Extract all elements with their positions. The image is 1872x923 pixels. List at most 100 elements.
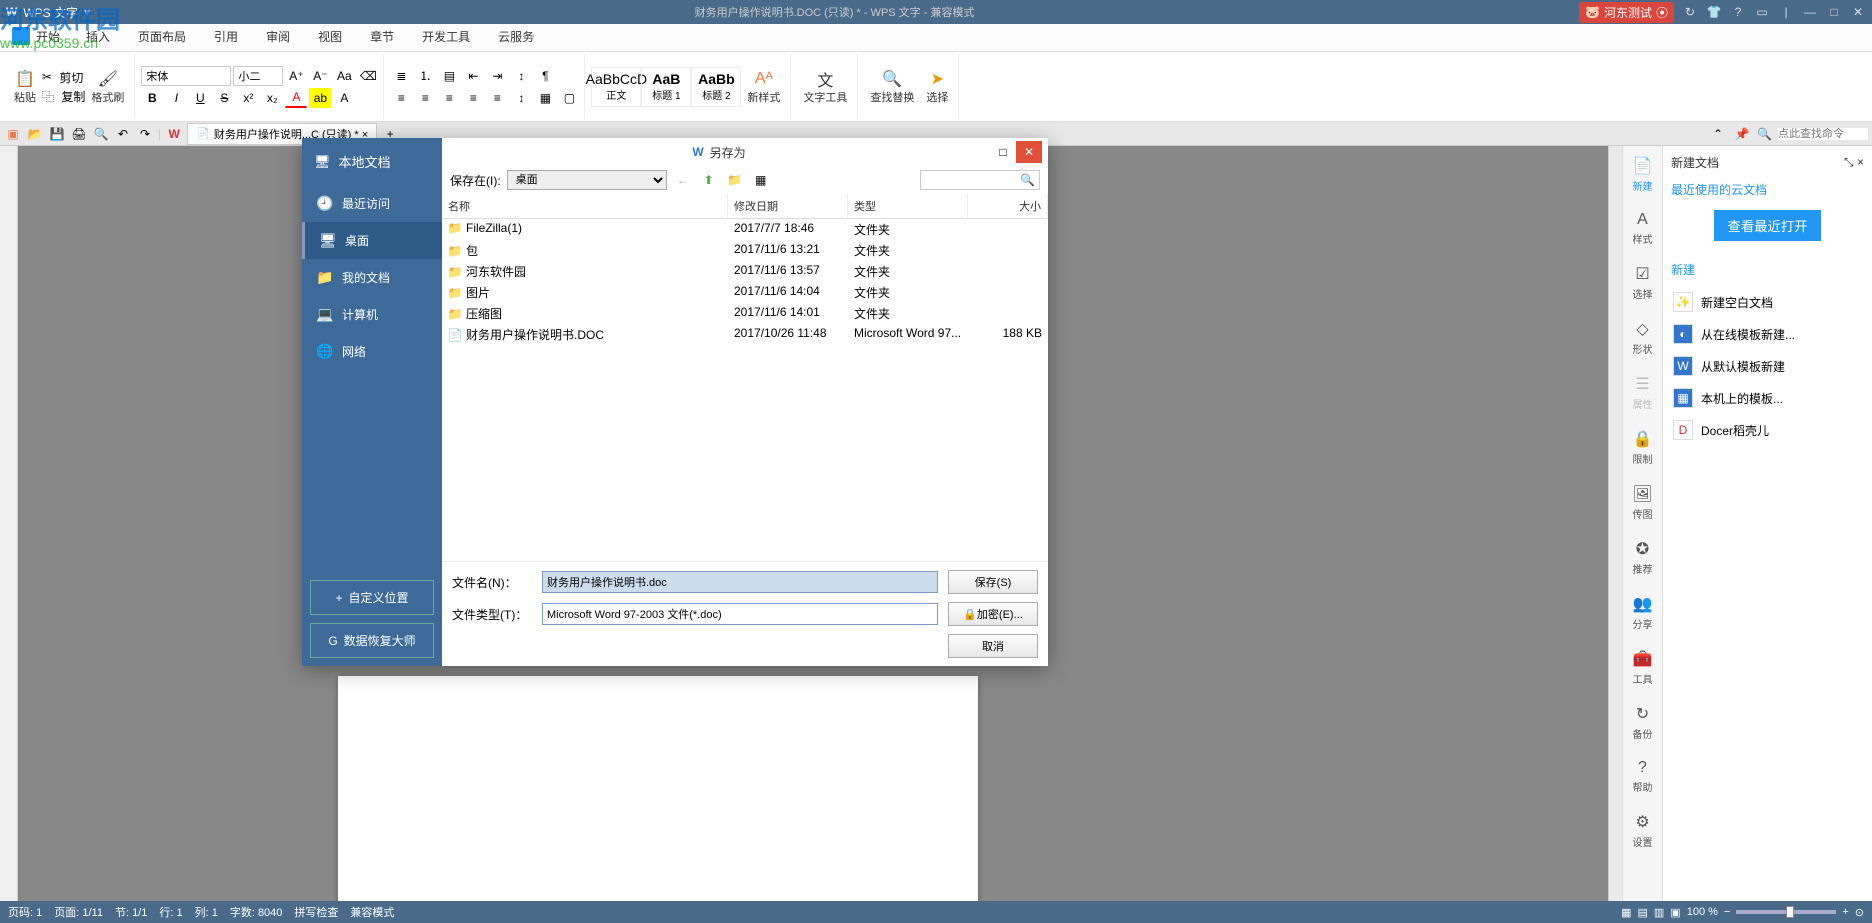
strip-backup[interactable]: ↻备份 [1623,700,1662,745]
strip-select[interactable]: ☑选择 [1623,260,1662,305]
dialog-close-icon[interactable]: ✕ [1016,141,1042,163]
zoom-in-icon[interactable]: + [1842,906,1848,918]
filetype-select[interactable] [542,603,938,625]
strip-tools[interactable]: 🧰工具 [1623,645,1662,690]
sync-icon[interactable]: ↻ [1682,4,1698,20]
tab-cloud[interactable]: 云服务 [484,22,548,51]
find-replace-button[interactable]: 🔍查找替换 [864,57,920,117]
encrypt-button[interactable]: 🔒加密(E)... [948,602,1038,626]
strip-shape[interactable]: ◇形状 [1623,315,1662,360]
format-painter-button[interactable]: 🖌 格式刷 [85,57,130,117]
zoom-slider[interactable] [1736,910,1836,914]
sort-button[interactable]: ↕ [510,66,532,86]
show-marks-button[interactable]: ¶ [534,66,556,86]
tab-devtools[interactable]: 开发工具 [408,22,484,51]
align-right-button[interactable]: ≡ [438,88,460,108]
underline-button[interactable]: U [189,88,211,108]
paste-button[interactable]: 📋 粘贴 [8,57,42,117]
align-justify-button[interactable]: ≡ [462,88,484,108]
scrollbar-right[interactable] [1608,146,1622,901]
line-spacing-button[interactable]: ↕ [510,88,532,108]
col-size[interactable]: 大小 [968,194,1048,218]
dialog-maximize-icon[interactable]: □ [990,141,1016,163]
qa-save-icon[interactable]: 💾 [48,125,66,143]
file-list-header[interactable]: 名称 修改日期 类型 大小 [442,194,1048,219]
back-icon[interactable]: ← [673,170,693,190]
file-row[interactable]: 📁图片2017/11/6 14:04文件夹 [442,282,1048,303]
qa-undo-icon[interactable]: ↶ [114,125,132,143]
save-in-select[interactable]: 桌面 [507,170,667,190]
border-button[interactable]: ▢ [558,88,580,108]
feedback-icon[interactable]: ▭ [1754,4,1770,20]
grow-font-button[interactable]: A⁺ [285,66,307,86]
style-heading2[interactable]: AaBb标题 2 [691,67,741,107]
strip-upload[interactable]: 🖼传图 [1623,480,1662,525]
close-icon[interactable]: ✕ [1850,4,1866,20]
indent-dec-button[interactable]: ⇤ [462,66,484,86]
col-date[interactable]: 修改日期 [728,194,848,218]
strip-recommend[interactable]: ✪推荐 [1623,535,1662,580]
tab-references[interactable]: 引用 [200,22,252,51]
qa-wps-icon[interactable]: W [165,125,183,143]
subscript-button[interactable]: x₂ [261,88,283,108]
maximize-icon[interactable]: □ [1826,4,1842,20]
dialog-search-input[interactable]: 🔍 [920,170,1040,190]
shrink-font-button[interactable]: A⁻ [309,66,331,86]
file-row[interactable]: 📁FileZilla(1)2017/7/7 18:46文件夹 [442,219,1048,240]
help-icon[interactable]: ? [1730,4,1746,20]
align-center-button[interactable]: ≡ [414,88,436,108]
qa-preview-icon[interactable]: 🔍 [92,125,110,143]
nav-recent[interactable]: 🕘最近访问 [302,185,442,222]
command-search-input[interactable] [1778,128,1868,140]
status-page[interactable]: 页码: 1 [8,904,42,920]
font-name-select[interactable] [141,66,231,86]
indent-inc-button[interactable]: ⇥ [486,66,508,86]
style-heading1[interactable]: AaB标题 1 [641,67,691,107]
view-full-icon[interactable]: ▣ [1670,906,1680,919]
qa-print-icon[interactable]: 🖨 [70,125,88,143]
bullet-list-button[interactable]: ≣ [390,66,412,86]
data-recovery-button[interactable]: G数据恢复大师 [310,623,434,658]
view-web-icon[interactable]: ▤ [1637,906,1647,919]
taskpane-min-icon[interactable]: ⤡ [1844,155,1854,169]
tp-default-template[interactable]: W从默认模板新建 [1671,350,1864,382]
skin-icon[interactable]: 👕 [1706,4,1722,20]
file-row[interactable]: 📁压缩图2017/11/6 14:01文件夹 [442,303,1048,324]
nav-computer[interactable]: 💻计算机 [302,296,442,333]
view-print-icon[interactable]: ▦ [1621,906,1631,919]
col-name[interactable]: 名称 [442,194,728,218]
cut-button[interactable]: ✂ 剪切 [42,69,85,86]
collapse-ribbon-icon[interactable]: ⌃ [1709,125,1727,143]
nav-network[interactable]: 🌐网络 [302,333,442,370]
strip-props[interactable]: ☰属性 [1623,370,1662,415]
strip-settings[interactable]: ⚙设置 [1623,808,1662,853]
filename-input[interactable] [542,571,938,593]
nav-desktop[interactable]: 🖥桌面 [302,222,442,259]
change-case-button[interactable]: Aa [333,66,355,86]
char-border-button[interactable]: A [333,88,355,108]
strip-help[interactable]: ?帮助 [1623,755,1662,798]
qa-new-icon[interactable]: ▣ [4,125,22,143]
tab-view[interactable]: 视图 [304,22,356,51]
status-pages[interactable]: 页面: 1/11 [54,904,103,920]
status-spell[interactable]: 拼写检查 [294,904,338,920]
copy-button[interactable]: ⿻ 复制 [42,88,85,105]
new-folder-icon[interactable]: 📁 [725,170,745,190]
italic-button[interactable]: I [165,88,187,108]
tab-sections[interactable]: 章节 [356,22,408,51]
file-row[interactable]: 📄财务用户操作说明书.DOC2017/10/26 11:48Microsoft … [442,324,1048,345]
pin-icon[interactable]: 📌 [1733,125,1751,143]
align-left-button[interactable]: ≡ [390,88,412,108]
recent-cloud-link[interactable]: 最近使用的云文档 [1671,181,1864,198]
tab-start[interactable]: 开始 [0,21,72,51]
taskpane-close-icon[interactable]: × [1857,155,1864,169]
superscript-button[interactable]: x² [237,88,259,108]
strip-new[interactable]: 📄新建 [1623,152,1662,197]
fit-page-icon[interactable]: ⊙ [1855,906,1864,919]
minimize-icon[interactable]: — [1802,4,1818,20]
highlight-button[interactable]: ab [309,88,331,108]
qa-open-icon[interactable]: 📂 [26,125,44,143]
tab-layout[interactable]: 页面布局 [124,22,200,51]
zoom-out-icon[interactable]: − [1724,906,1730,918]
distribute-button[interactable]: ≡ [486,88,508,108]
